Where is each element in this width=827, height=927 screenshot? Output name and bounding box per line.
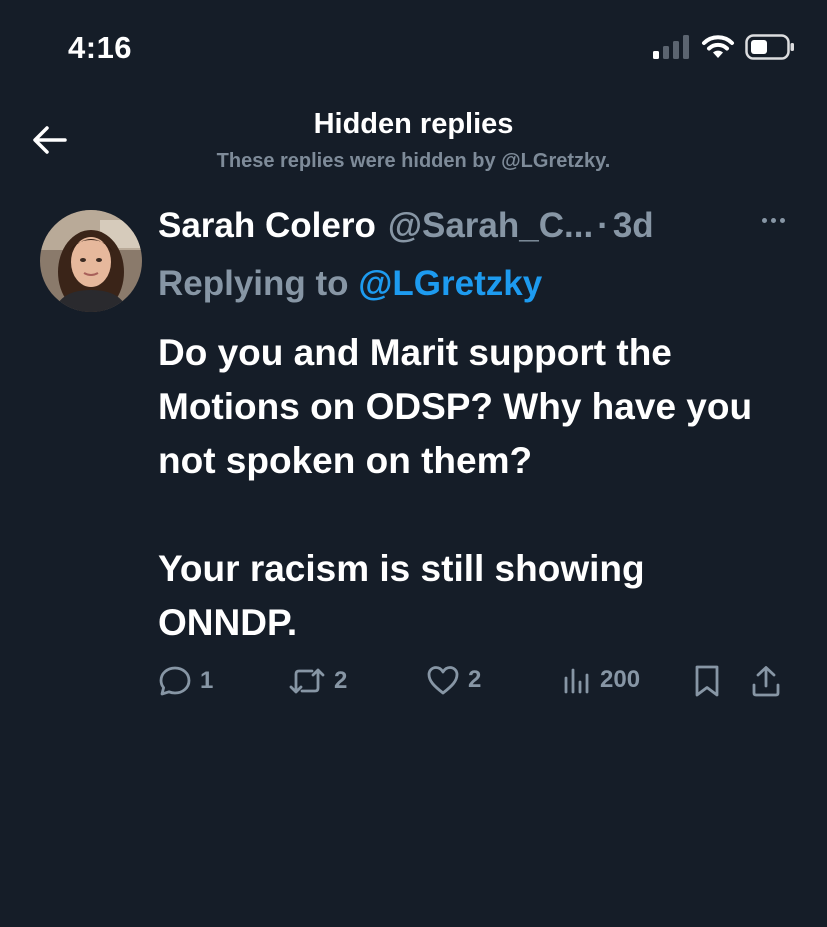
- replying-to-label: Replying to: [158, 264, 349, 303]
- share-button[interactable]: [750, 664, 782, 698]
- page-subtitle: These replies were hidden by @LGretzky.: [216, 150, 611, 172]
- avatar-image: [40, 210, 142, 312]
- bookmark-icon: [695, 665, 719, 697]
- cellular-signal-icon: [653, 35, 689, 59]
- retweet-icon: [289, 668, 325, 694]
- tweet-paragraph-1: Do you and Marit support the Motions on …: [158, 332, 753, 481]
- tweet-time[interactable]: 3d: [613, 206, 654, 246]
- user-handle[interactable]: @Sarah_C...: [388, 206, 593, 246]
- tweet-header: Sarah Colero @Sarah_C... · 3d: [158, 206, 787, 246]
- tweet-text: Do you and Marit support the Motions on …: [158, 326, 788, 650]
- retweet-count: 2: [334, 667, 348, 694]
- like-button[interactable]: 2: [426, 664, 481, 696]
- share-icon: [752, 666, 780, 697]
- more-options-icon[interactable]: [762, 218, 785, 223]
- bookmark-button[interactable]: [692, 664, 722, 698]
- views-button[interactable]: 200: [562, 664, 640, 696]
- wifi-icon: [702, 35, 734, 58]
- reply-button[interactable]: 1: [158, 664, 213, 698]
- avatar[interactable]: [40, 210, 142, 312]
- replying-to-handle[interactable]: @LGretzky: [358, 264, 542, 303]
- status-icons: [653, 34, 795, 60]
- tweet-paragraph-2: Your racism is still showing ONNDP.: [158, 548, 645, 643]
- display-name[interactable]: Sarah Colero: [158, 206, 376, 246]
- tweet-actions: 1 2 2 200: [158, 664, 787, 704]
- view-count: 200: [600, 666, 641, 693]
- separator-dot: ·: [597, 206, 609, 245]
- status-time: 4:16: [68, 30, 133, 65]
- replying-to: Replying to @LGretzky: [158, 264, 542, 304]
- page-title: Hidden replies: [313, 108, 514, 140]
- like-count: 2: [468, 666, 482, 693]
- heart-icon: [427, 666, 459, 695]
- battery-icon: [745, 34, 794, 60]
- views-chart-icon: [564, 668, 589, 694]
- retweet-button[interactable]: 2: [288, 664, 347, 698]
- reply-count: 1: [200, 667, 214, 694]
- reply-icon: [159, 666, 191, 696]
- hidden-replies-screen: 4:16 Hidden replies These replies were h…: [0, 0, 827, 927]
